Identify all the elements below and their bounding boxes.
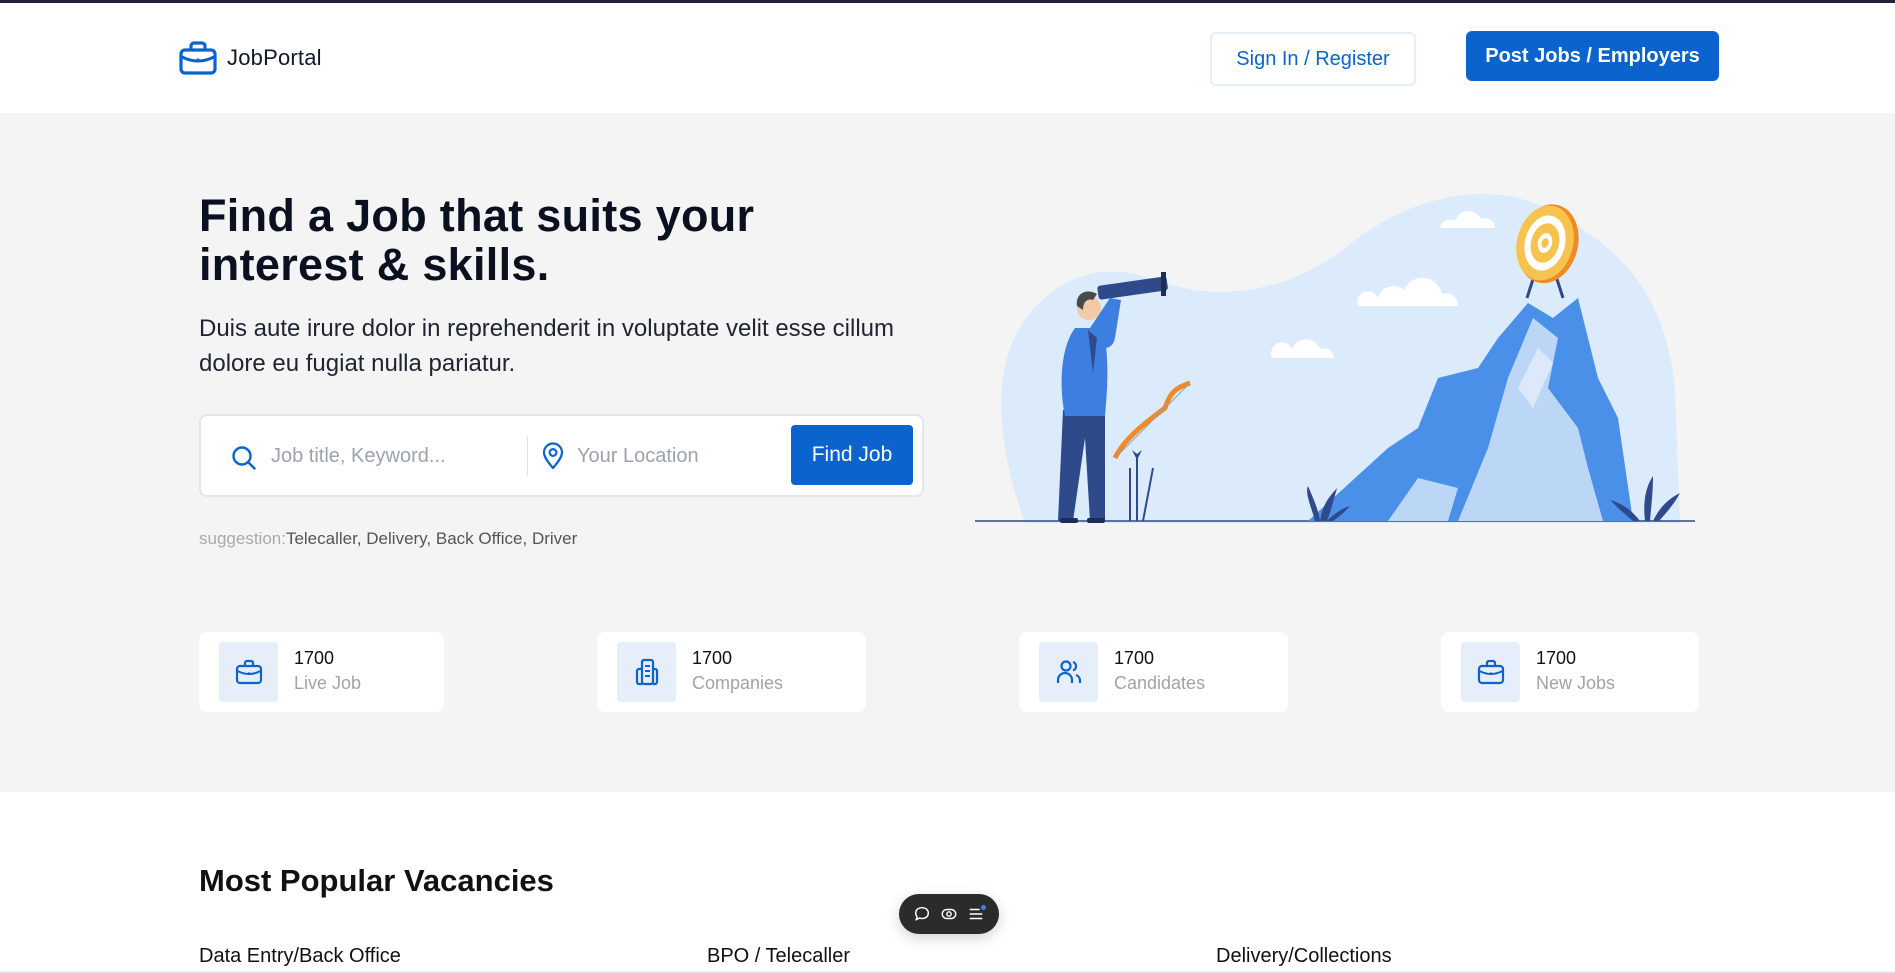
hero-illustration: [975, 188, 1700, 528]
hero-subtitle: Duis aute irure dolor in reprehenderit i…: [199, 315, 895, 377]
stat-label: Candidates: [1114, 673, 1206, 693]
most-popular-vacancies-heading: Most Popular Vacancies: [199, 863, 554, 898]
stat-label: Companies: [692, 673, 784, 693]
search-suggestions: suggestion:Telecaller, Delivery, Back Of…: [199, 529, 578, 548]
stat-value: 1700: [294, 648, 335, 668]
suggestion-back-office[interactable]: Back Office: [436, 529, 523, 548]
map-pin-icon: [541, 442, 565, 470]
hero-section: Find a Job that suits your interest & sk…: [0, 113, 1895, 792]
notification-dot: [980, 905, 986, 910]
briefcase-icon: [1461, 642, 1520, 702]
stat-value: 1700: [1114, 648, 1155, 668]
site-header: JobPortal Sign In / Register Post Jobs /…: [0, 3, 1895, 113]
suggestion-telecaller[interactable]: Telecaller: [286, 529, 357, 548]
vacancy-category-bpo[interactable]: BPO / Telecaller: [707, 945, 850, 968]
keyword-search-input[interactable]: [271, 434, 521, 478]
suggestion-driver[interactable]: Driver: [532, 529, 577, 548]
stat-value: 1700: [1536, 648, 1577, 668]
hero-title: Find a Job that suits your interest & sk…: [199, 190, 755, 290]
job-search-bar: Find Job: [199, 414, 924, 497]
briefcase-icon: [219, 642, 278, 702]
briefcase-icon: [179, 41, 217, 75]
stats-row: 1700 Live Job 1700 Companies 1700 Candid…: [0, 632, 1895, 712]
logo-text: JobPortal: [227, 45, 322, 70]
stat-label: Live Job: [294, 673, 362, 693]
sign-in-register-button[interactable]: Sign In / Register: [1210, 32, 1416, 86]
location-input[interactable]: [577, 434, 777, 478]
floating-toolbar: [899, 894, 999, 934]
vacancy-category-delivery[interactable]: Delivery/Collections: [1216, 945, 1392, 968]
menu-icon[interactable]: [965, 903, 987, 925]
chat-bubble-icon[interactable]: [911, 903, 933, 925]
users-icon: [1039, 642, 1098, 702]
stat-card-live-job: 1700 Live Job: [199, 632, 444, 712]
post-jobs-employers-button[interactable]: Post Jobs / Employers: [1466, 31, 1719, 81]
stat-card-new-jobs: 1700 New Jobs: [1441, 632, 1699, 712]
vacancy-category-data-entry[interactable]: Data Entry/Back Office: [199, 945, 401, 968]
eye-icon[interactable]: [938, 903, 960, 925]
stat-label: New Jobs: [1536, 673, 1616, 693]
suggestion-label: suggestion:: [199, 529, 286, 548]
find-job-button[interactable]: Find Job: [791, 425, 913, 485]
stat-card-candidates: 1700 Candidates: [1019, 632, 1288, 712]
stat-card-companies: 1700 Companies: [597, 632, 866, 712]
suggestion-delivery[interactable]: Delivery: [366, 529, 426, 548]
search-icon: [231, 445, 257, 471]
search-divider: [527, 436, 528, 476]
logo[interactable]: JobPortal: [179, 41, 322, 75]
stat-value: 1700: [692, 648, 733, 668]
building-icon: [617, 642, 676, 702]
